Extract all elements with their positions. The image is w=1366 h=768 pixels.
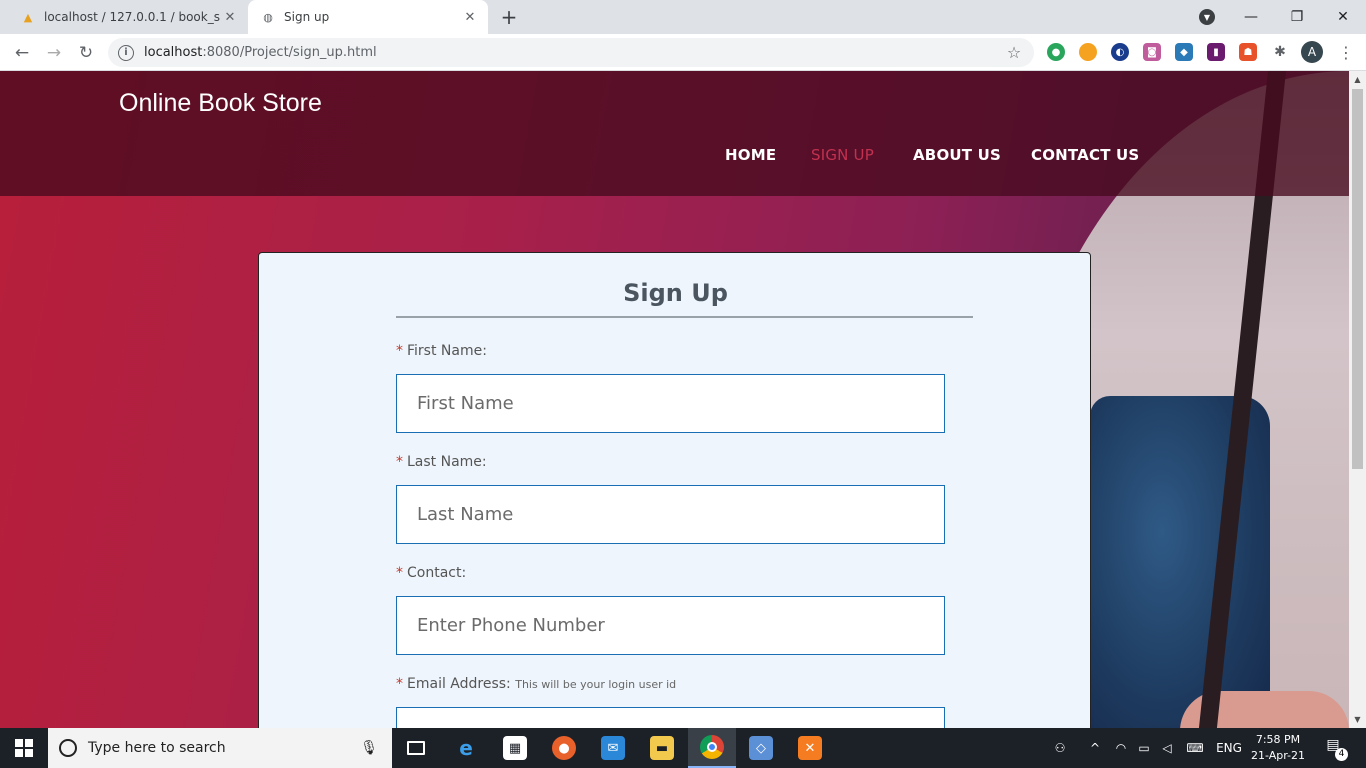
avatar[interactable]: A: [1301, 41, 1323, 63]
last-name-label: * Last Name:: [396, 454, 487, 470]
phpmyadmin-icon: ▲: [23, 10, 33, 24]
mail-icon[interactable]: ✉: [589, 728, 637, 768]
required-marker: *: [396, 676, 403, 692]
firefox-icon[interactable]: ●: [540, 728, 588, 768]
scroll-down-icon[interactable]: ▼: [1349, 711, 1366, 728]
task-view-icon[interactable]: [392, 728, 440, 768]
new-tab-button[interactable]: +: [498, 6, 520, 28]
close-icon[interactable]: ✕: [460, 10, 480, 25]
tab-title: localhost / 127.0.0.1 / book_store: [44, 10, 220, 24]
contact-label: * Contact:: [396, 565, 466, 581]
globe-icon: ◍: [263, 10, 273, 24]
clock-time: 7:58 PM: [1255, 733, 1301, 746]
start-button[interactable]: [0, 728, 48, 768]
reload-icon[interactable]: ↻: [73, 40, 99, 66]
bookmark-star-icon[interactable]: ☆: [1004, 43, 1024, 62]
show-hidden-icons-icon[interactable]: ^: [1084, 728, 1106, 768]
file-explorer-icon[interactable]: ▬: [638, 728, 686, 768]
page-scrollbar[interactable]: ▲ ▼: [1349, 71, 1366, 728]
volume-icon[interactable]: ◁: [1156, 728, 1178, 768]
extension-globe-icon[interactable]: ●: [1047, 43, 1065, 61]
nav-contact-us[interactable]: CONTACT US: [1031, 146, 1139, 164]
nav-sign-up[interactable]: SIGN UP: [811, 146, 874, 164]
email-label-text: Email Address:: [407, 676, 511, 692]
site-header: Online Book Store HOME SIGN UP ABOUT US …: [0, 71, 1349, 196]
notification-badge: 4: [1335, 748, 1348, 761]
required-marker: *: [396, 454, 403, 470]
required-marker: *: [396, 343, 403, 359]
page-title: Sign Up: [623, 279, 728, 307]
browser-toolbar: ← → ↻ i localhost:8080/Project/sign_up.h…: [0, 34, 1366, 71]
search-placeholder: Type here to search: [88, 740, 226, 756]
required-marker: *: [396, 565, 403, 581]
scroll-up-icon[interactable]: ▲: [1349, 71, 1366, 88]
url-text[interactable]: localhost:8080/Project/sign_up.html: [144, 45, 1004, 60]
extension-moon-icon[interactable]: ◐: [1111, 43, 1129, 61]
browser-tab-strip: ▲ localhost / 127.0.0.1 / book_store ✕ ◍…: [0, 0, 1366, 34]
wifi-icon[interactable]: ◠: [1110, 728, 1132, 768]
first-name-label-text: First Name:: [407, 343, 487, 359]
minimize-button[interactable]: —: [1228, 0, 1274, 34]
signup-form-card: Sign Up *First Name: *Last Name: *Contac…: [258, 252, 1091, 728]
virtualbox-icon[interactable]: ◇: [737, 728, 785, 768]
extensions-puzzle-icon[interactable]: ✱: [1271, 43, 1289, 61]
keyboard-icon[interactable]: ⌨: [1182, 728, 1208, 768]
language-indicator[interactable]: ENG: [1212, 728, 1246, 768]
people-icon[interactable]: ⚇: [1048, 728, 1072, 768]
chrome-icon[interactable]: [688, 728, 736, 768]
url-host: localhost: [144, 45, 203, 60]
forward-icon[interactable]: →: [41, 40, 67, 66]
microphone-icon[interactable]: 🎙: [360, 740, 378, 756]
page-viewport: Online Book Store HOME SIGN UP ABOUT US …: [0, 71, 1349, 728]
notifications-icon[interactable]: ▤ 4: [1322, 737, 1348, 761]
first-name-label: * First Name:: [396, 343, 487, 359]
email-hint: This will be your login user id: [515, 678, 677, 691]
email-input[interactable]: [396, 707, 945, 728]
site-brand[interactable]: Online Book Store: [119, 89, 322, 118]
battery-icon[interactable]: ▭: [1133, 728, 1155, 768]
extension-chart-icon[interactable]: ▮: [1207, 43, 1225, 61]
windows-logo-icon: [15, 739, 33, 757]
scrollbar-thumb[interactable]: [1352, 89, 1363, 469]
tab-phpmyadmin[interactable]: ▲ localhost / 127.0.0.1 / book_store ✕: [8, 0, 248, 34]
email-label: * Email Address: This will be your login …: [396, 676, 676, 692]
phone-input[interactable]: [396, 596, 945, 655]
extension-honey-icon[interactable]: [1079, 43, 1097, 61]
more-menu-icon[interactable]: ⋮: [1336, 42, 1356, 64]
cortana-icon: [59, 739, 77, 757]
url-path: :8080/Project/sign_up.html: [202, 45, 377, 60]
restore-button[interactable]: ❐: [1274, 0, 1320, 34]
contact-label-text: Contact:: [407, 565, 467, 581]
nav-about-us[interactable]: ABOUT US: [913, 146, 1001, 164]
title-divider: [396, 316, 973, 318]
close-icon[interactable]: ✕: [220, 10, 240, 25]
first-name-input[interactable]: [396, 374, 945, 433]
tab-search-icon[interactable]: ▼: [1199, 9, 1215, 25]
windows-taskbar: Type here to search 🎙 e ▦ ● ✉ ▬ ◇ ✕ ⚇ ^ …: [0, 728, 1366, 768]
tab-title: Sign up: [284, 10, 330, 24]
store-icon[interactable]: ▦: [491, 728, 539, 768]
clock-date: 21-Apr-21: [1250, 749, 1306, 762]
extension-camera-icon[interactable]: ◙: [1143, 43, 1161, 61]
address-bar[interactable]: i localhost:8080/Project/sign_up.html ☆: [108, 38, 1034, 67]
last-name-label-text: Last Name:: [407, 454, 487, 470]
clock[interactable]: 7:58 PM 21-Apr-21: [1246, 732, 1310, 764]
site-info-icon[interactable]: i: [118, 44, 134, 61]
xampp-icon[interactable]: ✕: [786, 728, 834, 768]
extension-ghost-icon[interactable]: ☗: [1239, 43, 1257, 61]
taskbar-search[interactable]: Type here to search 🎙: [48, 728, 392, 768]
extension-bookmark-icon[interactable]: ◆: [1175, 43, 1193, 61]
tab-sign-up[interactable]: ◍ Sign up ✕: [248, 0, 488, 34]
close-window-button[interactable]: ✕: [1320, 0, 1366, 34]
edge-icon[interactable]: e: [442, 728, 490, 768]
nav-home[interactable]: HOME: [725, 146, 776, 164]
last-name-input[interactable]: [396, 485, 945, 544]
back-icon[interactable]: ←: [9, 40, 35, 66]
